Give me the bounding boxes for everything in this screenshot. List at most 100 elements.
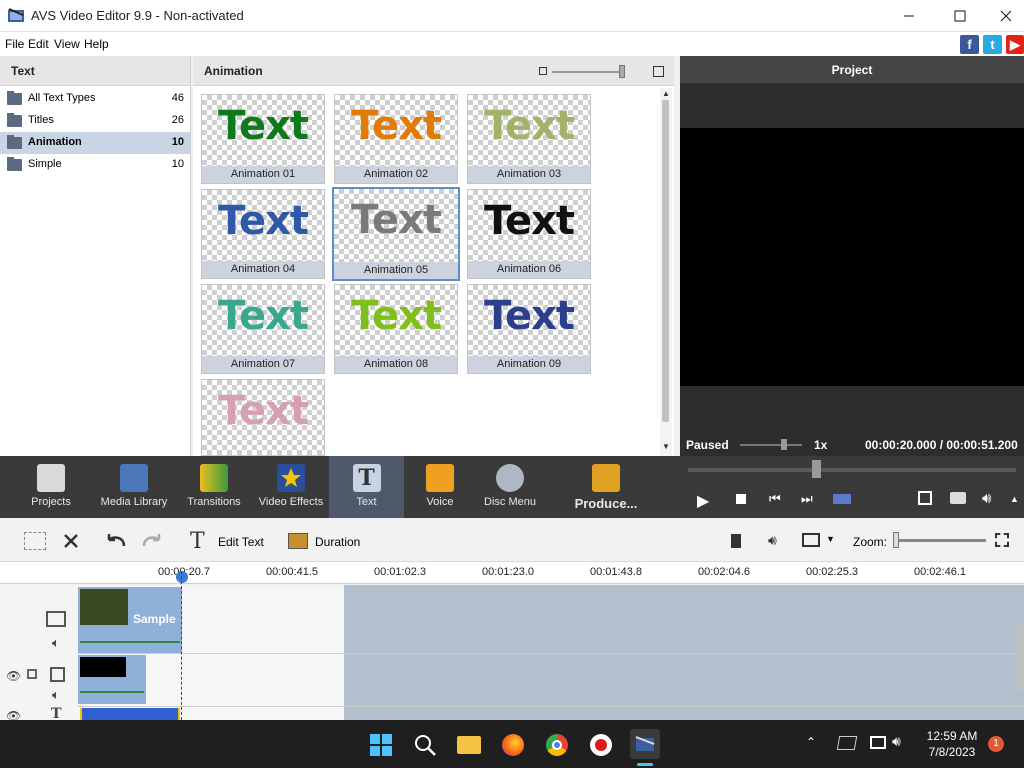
animation-tile[interactable]: Text Animation 08	[334, 284, 458, 374]
menu-view[interactable]: View	[54, 37, 80, 51]
thumbnail-size-slider[interactable]	[552, 71, 622, 73]
preview-header: Project	[680, 56, 1024, 83]
disc-menu-button[interactable]: Disc Menu	[478, 456, 542, 518]
produce-button[interactable]: Produce...	[566, 456, 646, 518]
category-titles[interactable]: Titles 26	[0, 110, 190, 132]
volume-tray-icon[interactable]: 🔊︎	[892, 733, 901, 750]
voice-button[interactable]: Voice	[414, 456, 466, 518]
film-strip-icon	[120, 464, 148, 492]
animation-tile[interactable]: Text	[201, 379, 325, 456]
speed-slider-thumb[interactable]	[781, 439, 787, 450]
close-button[interactable]	[983, 0, 1024, 32]
text-button[interactable]: T Text	[329, 456, 404, 518]
animation-tile[interactable]: Text Animation 03	[467, 94, 591, 184]
menu-help[interactable]: Help	[84, 37, 109, 51]
scrollbar-thumb[interactable]	[662, 100, 669, 422]
toolbar-label: Disc Menu	[484, 496, 536, 508]
file-explorer-icon[interactable]	[456, 732, 482, 758]
fullscreen-icon[interactable]	[918, 491, 932, 505]
mute-icon[interactable]: 🔈︎	[52, 635, 60, 651]
animation-tile[interactable]: Text Animation 06	[467, 189, 591, 279]
projects-button[interactable]: Projects	[18, 456, 84, 518]
aspect-ratio-icon[interactable]	[802, 533, 820, 547]
duration-button[interactable]: Duration	[315, 535, 360, 549]
firefox-icon[interactable]	[500, 732, 526, 758]
menu-edit[interactable]: Edit	[28, 37, 49, 51]
duration-icon[interactable]	[288, 533, 308, 549]
facebook-icon[interactable]: f	[960, 35, 979, 54]
aspect-dropdown-icon[interactable]: ▼	[826, 534, 835, 544]
maximize-button[interactable]	[937, 0, 983, 32]
visibility-eye-icon[interactable]: 👁︎	[6, 669, 21, 683]
animation-tile[interactable]: Text Animation 07	[201, 284, 325, 374]
mute-icon[interactable]: 🔈︎	[52, 687, 60, 703]
large-thumbnail-icon[interactable]	[653, 66, 664, 77]
display-icon[interactable]	[870, 736, 886, 749]
scroll-down-icon[interactable]: ▼	[662, 442, 670, 451]
text-clip[interactable]	[80, 708, 180, 720]
clock-date[interactable]: 7/8/2023	[926, 745, 978, 759]
video-preview-screen	[680, 128, 1024, 386]
next-frame-icon[interactable]: ⏭	[801, 491, 813, 507]
clock-time[interactable]: 12:59 AM	[926, 729, 978, 743]
speed-slider[interactable]	[740, 444, 802, 446]
previous-frame-icon[interactable]: ⏮	[769, 491, 781, 507]
category-animation[interactable]: Animation 10	[0, 132, 190, 154]
search-icon[interactable]	[412, 732, 438, 758]
edit-text-button[interactable]: Edit Text	[218, 535, 264, 549]
lock-icon[interactable]	[27, 669, 37, 679]
category-all-text-types[interactable]: All Text Types 46	[0, 88, 190, 110]
category-label: All Text Types	[28, 92, 96, 104]
chrome-icon[interactable]	[544, 732, 570, 758]
slider-thumb[interactable]	[619, 65, 625, 78]
undo-icon[interactable]	[104, 532, 128, 550]
small-thumbnail-icon[interactable]	[539, 67, 547, 75]
transitions-button[interactable]: Transitions	[182, 456, 246, 518]
category-simple[interactable]: Simple 10	[0, 154, 190, 176]
video-effects-button[interactable]: Video Effects	[254, 456, 328, 518]
play-icon[interactable]: ▶	[697, 491, 709, 511]
stop-icon[interactable]	[736, 494, 746, 504]
volume-icon[interactable]: 🔊︎	[982, 490, 991, 507]
animation-tile-caption: Animation 02	[335, 166, 457, 183]
fit-timeline-icon[interactable]	[995, 533, 1009, 547]
media-library-button[interactable]: Media Library	[96, 456, 172, 518]
network-icon[interactable]	[836, 736, 858, 750]
timeline-area[interactable]: Sample	[0, 571, 1024, 720]
timeline-scrollbar[interactable]	[1016, 625, 1023, 690]
minimize-button[interactable]	[886, 0, 932, 32]
youtube-icon[interactable]: ▶	[1006, 35, 1024, 54]
notification-badge[interactable]: 1	[988, 736, 1004, 752]
select-all-icon[interactable]	[24, 532, 46, 550]
audio-mixer-icon[interactable]: 🔊︎	[768, 532, 777, 549]
scroll-up-icon[interactable]: ▲	[662, 89, 670, 98]
screen-recorder-icon[interactable]	[588, 732, 614, 758]
menu-file[interactable]: File	[5, 37, 24, 51]
redo-icon[interactable]	[140, 532, 164, 550]
animation-tile[interactable]: Text Animation 02	[334, 94, 458, 184]
zoom-slider-thumb[interactable]	[893, 532, 899, 548]
animation-tile[interactable]: Text Animation 05	[332, 187, 460, 281]
produce-clapperboard-icon	[592, 464, 620, 492]
timeline-ruler[interactable]: 00:00:20.7 00:00:41.5 00:01:02.3 00:01:2…	[0, 562, 1024, 584]
category-count: 26	[171, 114, 184, 126]
animation-tile[interactable]: Text Animation 09	[467, 284, 591, 374]
edit-text-icon[interactable]: T	[190, 529, 205, 554]
split-view-icon[interactable]	[833, 494, 851, 504]
twitter-icon[interactable]: t	[983, 35, 1002, 54]
animation-tile[interactable]: Text Animation 04	[201, 189, 325, 279]
windows-start-icon[interactable]	[368, 732, 394, 758]
playhead-handle[interactable]	[176, 571, 188, 583]
show-hidden-icons-chevron[interactable]: ⌃	[806, 735, 816, 749]
seek-bar-thumb[interactable]	[812, 460, 821, 478]
delete-icon[interactable]	[63, 533, 79, 549]
volume-arrow-icon[interactable]: ▲	[1010, 494, 1019, 504]
zoom-slider[interactable]	[893, 539, 986, 542]
gallery-scrollbar[interactable]: ▲ ▼	[660, 88, 672, 456]
text-t-icon: T	[352, 464, 381, 492]
seek-bar[interactable]	[688, 468, 1016, 472]
split-clip-icon[interactable]	[731, 534, 755, 548]
avs-taskbar-icon[interactable]	[630, 729, 660, 759]
snapshot-camera-icon[interactable]	[950, 492, 966, 504]
animation-tile[interactable]: Text Animation 01	[201, 94, 325, 184]
